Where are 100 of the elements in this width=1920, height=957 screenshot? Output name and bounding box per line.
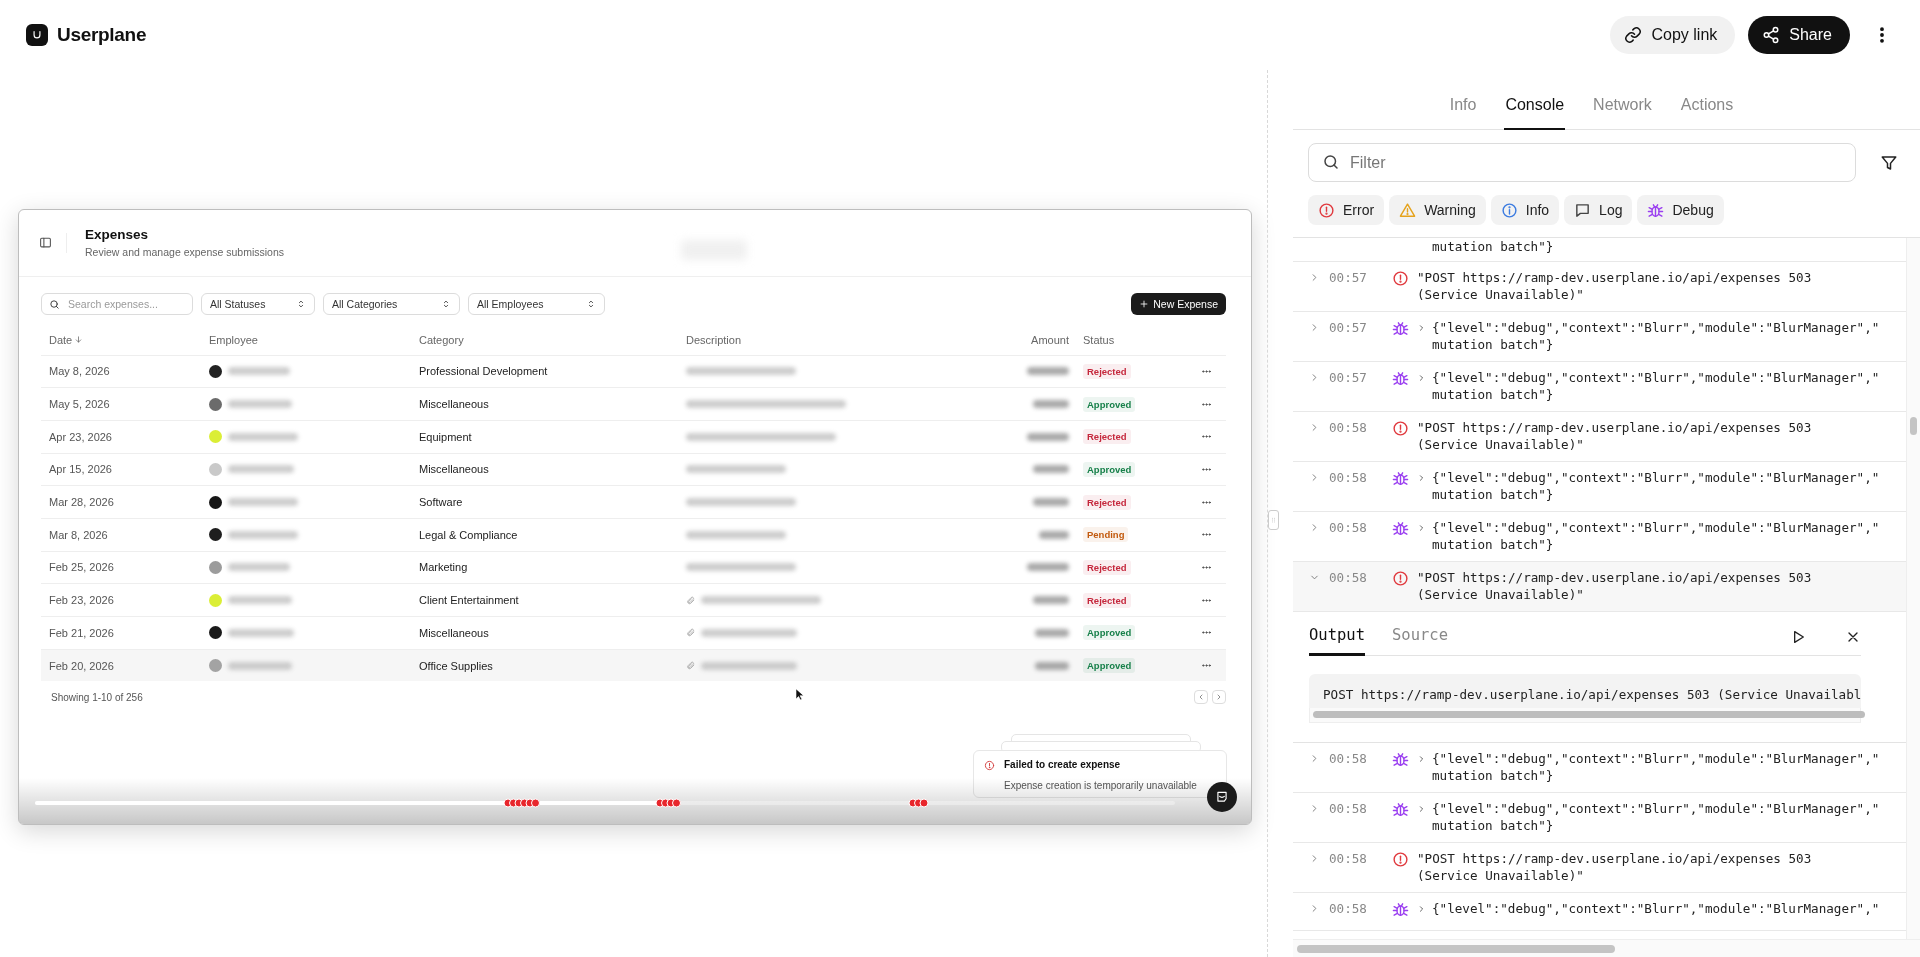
link-icon bbox=[1624, 26, 1643, 44]
panel-tab[interactable]: Network bbox=[1592, 96, 1653, 130]
table-row[interactable]: Feb 20, 2026 Office Supplies Approved bbox=[41, 649, 1226, 682]
level-filter-chip[interactable]: Warning bbox=[1389, 195, 1486, 225]
log-message: {"level":"debug","context":"Blurr","module":"BlurManager"," bbox=[1432, 319, 1880, 336]
blurred-name bbox=[228, 628, 294, 637]
filter-dropdown[interactable]: All Employees bbox=[468, 292, 605, 315]
caret-right-icon[interactable] bbox=[1417, 804, 1426, 814]
event-markers-drawing[interactable] bbox=[503, 798, 540, 807]
chevron-right-icon bbox=[1215, 693, 1223, 702]
log-message: {"level":"debug","context":"Blurr","module":"BlurManager"," bbox=[1432, 750, 1880, 767]
column-header[interactable]: Description bbox=[678, 333, 971, 346]
alert-icon bbox=[984, 759, 995, 771]
category-cell-text: Equipment bbox=[418, 430, 473, 443]
column-header[interactable]: Category bbox=[411, 333, 678, 346]
log-message: "POST https://ramp-dev.userplane.io/api/expenses 503 (Service Unavailable)" bbox=[1417, 850, 1813, 884]
next-page-button[interactable] bbox=[1212, 690, 1226, 705]
log-message: {"level":"debug","context":"Blurr","module":"BlurManager"," bbox=[1432, 900, 1880, 917]
log-message: mutation batch"} bbox=[1432, 486, 1555, 503]
filter-field[interactable]: Filter bbox=[1308, 143, 1856, 182]
share-button[interactable]: Share bbox=[1748, 16, 1850, 54]
panel-tab[interactable]: Info bbox=[1448, 96, 1478, 130]
blurred-name bbox=[228, 661, 292, 670]
scrollbar-thumb[interactable] bbox=[1910, 417, 1917, 435]
panel-tab[interactable]: Actions bbox=[1679, 96, 1735, 130]
log-message: mutation batch"} bbox=[1432, 336, 1555, 353]
log-time: 00:58 bbox=[1329, 519, 1368, 537]
date-cell-text: Feb 23, 2026 bbox=[48, 594, 115, 607]
message-icon bbox=[1574, 201, 1592, 219]
caret-right-icon[interactable] bbox=[1417, 473, 1426, 483]
new-expense-button[interactable]: New Expense bbox=[1131, 292, 1226, 315]
category-cell-text: Office Supplies bbox=[418, 659, 494, 672]
page-title: Expenses bbox=[85, 227, 150, 242]
blurred-amount bbox=[1033, 465, 1069, 474]
level-filter-chip[interactable]: Info bbox=[1490, 195, 1560, 225]
table-row[interactable]: Apr 15, 2026 Miscellaneous Approved bbox=[41, 453, 1226, 487]
caret-right-icon[interactable] bbox=[1417, 754, 1426, 764]
table-row[interactable]: Mar 28, 2026 Software Rejected bbox=[41, 486, 1226, 519]
caret-right-icon[interactable] bbox=[1417, 373, 1426, 383]
table-row[interactable]: May 5, 2026 Miscellaneous Approved bbox=[41, 388, 1226, 421]
app-name: Userplane bbox=[57, 24, 147, 46]
date-cell-text: May 5, 2026 bbox=[48, 398, 111, 411]
table-row[interactable]: Feb 25, 2026 Marketing Rejected bbox=[41, 551, 1226, 585]
filter-icon[interactable] bbox=[1880, 153, 1898, 172]
log-time: 00:58 bbox=[1329, 900, 1368, 918]
column-header[interactable]: Amount bbox=[971, 333, 1069, 346]
panel-tab[interactable]: Console bbox=[1504, 96, 1566, 130]
sidebar-toggle-icon[interactable] bbox=[39, 236, 52, 249]
detail-tab[interactable]: Source bbox=[1392, 626, 1448, 656]
log-message: mutation batch"} bbox=[1432, 239, 1554, 254]
event-markers-drawing[interactable] bbox=[655, 798, 681, 807]
column-header[interactable]: Date bbox=[41, 333, 201, 346]
search-icon bbox=[49, 298, 60, 310]
timeline-track[interactable] bbox=[35, 800, 1175, 805]
search-field[interactable]: Search expenses... bbox=[41, 292, 193, 315]
caret-right-icon[interactable] bbox=[1417, 904, 1426, 914]
category-cell-text: Miscellaneous bbox=[418, 398, 490, 411]
status-badge: Approved bbox=[1083, 396, 1136, 412]
share-icon bbox=[1762, 26, 1781, 44]
blurred-name bbox=[228, 367, 290, 376]
caret-right-icon[interactable] bbox=[1417, 523, 1426, 533]
date-cell-text: Apr 23, 2026 bbox=[48, 430, 113, 443]
table-row[interactable]: Feb 21, 2026 Miscellaneous Approved bbox=[41, 617, 1226, 650]
level-filter-chip[interactable]: Log bbox=[1564, 195, 1633, 225]
scrollbar-thumb[interactable] bbox=[1297, 945, 1615, 953]
column-header[interactable]: Status bbox=[1069, 333, 1186, 346]
log-message: mutation batch"} bbox=[1432, 767, 1555, 784]
log-time: 00:57 bbox=[1329, 369, 1368, 387]
level-filter-chip[interactable]: Debug bbox=[1637, 195, 1724, 225]
table-row[interactable]: Apr 23, 2026 Equipment Rejected bbox=[41, 420, 1226, 454]
blurred-amount bbox=[1035, 628, 1069, 637]
blurred-name bbox=[228, 400, 292, 409]
detail-tab[interactable]: Output bbox=[1309, 626, 1365, 656]
chevron-updown-icon bbox=[296, 298, 306, 309]
category-cell-text: Software bbox=[418, 496, 464, 509]
event-markers-drawing[interactable] bbox=[908, 798, 929, 807]
blurred-amount bbox=[1027, 367, 1069, 376]
filter-dropdown[interactable]: All Statuses bbox=[201, 292, 315, 315]
table-row[interactable]: May 8, 2026 Professional Development Rejected bbox=[41, 355, 1226, 389]
chat-launcher-button[interactable] bbox=[1207, 781, 1237, 812]
previous-page-button[interactable] bbox=[1194, 690, 1208, 705]
blurred-name bbox=[228, 596, 292, 605]
column-header[interactable]: Employee bbox=[201, 333, 411, 346]
caret-right-icon[interactable] bbox=[1417, 323, 1426, 333]
table-row[interactable]: Feb 23, 2026 Client Entertainment Rejected bbox=[41, 584, 1226, 617]
bug-icon bbox=[1647, 201, 1665, 219]
blurred-amount bbox=[1033, 400, 1069, 409]
toast-title: Failed to create expense bbox=[1004, 758, 1122, 772]
log-time: 00:58 bbox=[1329, 569, 1368, 587]
table-row[interactable]: Mar 8, 2026 Legal & Compliance Pending bbox=[41, 518, 1226, 552]
pagination-summary: Showing 1-10 of 256 bbox=[51, 691, 143, 703]
scrollbar-thumb[interactable] bbox=[1313, 711, 1865, 718]
toast-message: Expense creation is temporarily unavailable bbox=[1004, 779, 1198, 793]
copy-link-button[interactable]: Copy link bbox=[1610, 16, 1736, 54]
log-time: 00:57 bbox=[1329, 319, 1368, 337]
log-message: {"level":"debug","context":"Blurr","module":"BlurManager"," bbox=[1432, 800, 1880, 817]
resize-handle[interactable] bbox=[1268, 510, 1279, 530]
level-filter-chip[interactable]: Error bbox=[1308, 195, 1385, 225]
filter-dropdown[interactable]: All Categories bbox=[323, 292, 460, 315]
date-cell-text: Feb 21, 2026 bbox=[48, 626, 115, 639]
